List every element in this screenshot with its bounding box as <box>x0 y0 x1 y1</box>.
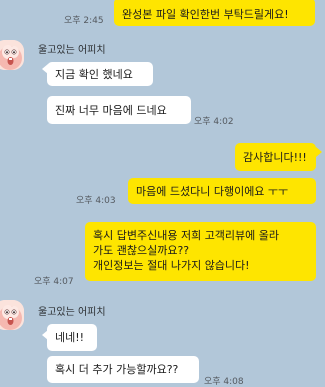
their-message-bubble[interactable]: 혹시 더 추가 가능할까요?? <box>47 356 199 383</box>
their-message-bubble[interactable]: 지금 확인 했네요 <box>47 62 153 86</box>
message-time: 오후 4:08 <box>204 377 244 387</box>
message-time: 오후 4:07 <box>34 277 74 287</box>
sender-name: 울고있는 어피치 <box>38 307 106 318</box>
sender-avatar[interactable] <box>0 300 24 330</box>
their-message-bubble[interactable]: 네네!! <box>47 324 97 351</box>
sender-avatar[interactable] <box>0 40 24 70</box>
my-message-bubble[interactable]: 감사합니다!!! <box>235 143 316 171</box>
my-message-bubble[interactable]: 혹시 답변주신내용 저희 고객리뷰에 올라 가도 괜찮으실까요?? 개인정보는 … <box>85 222 316 281</box>
chat-room: { "colors": { "background": "#b2c7d9", "… <box>0 0 325 387</box>
my-message-bubble[interactable]: 마음에 드셨다니 다행이에요 ㅜㅜ <box>128 178 316 204</box>
their-message-bubble[interactable]: 진짜 너무 마음에 드네요 <box>47 96 191 124</box>
message-time: 오후 4:03 <box>76 196 116 206</box>
pink-character-face-icon <box>0 40 24 70</box>
message-time: 오후 4:02 <box>194 117 234 127</box>
my-message-bubble[interactable]: 완성본 파일 확인한번 부탁드릴게요! <box>114 0 315 26</box>
message-line: 개인정보는 절대 나가지 않습니다! <box>93 259 250 272</box>
message-line: 가도 괜찮으실까요?? <box>93 244 190 257</box>
message-time: 오후 2:45 <box>64 16 104 26</box>
message-line: 혹시 답변주신내용 저희 고객리뷰에 올라 <box>93 229 280 242</box>
sender-name: 울고있는 어피치 <box>38 45 106 56</box>
pink-character-face-icon <box>0 300 24 330</box>
bubble-tail <box>316 147 322 157</box>
